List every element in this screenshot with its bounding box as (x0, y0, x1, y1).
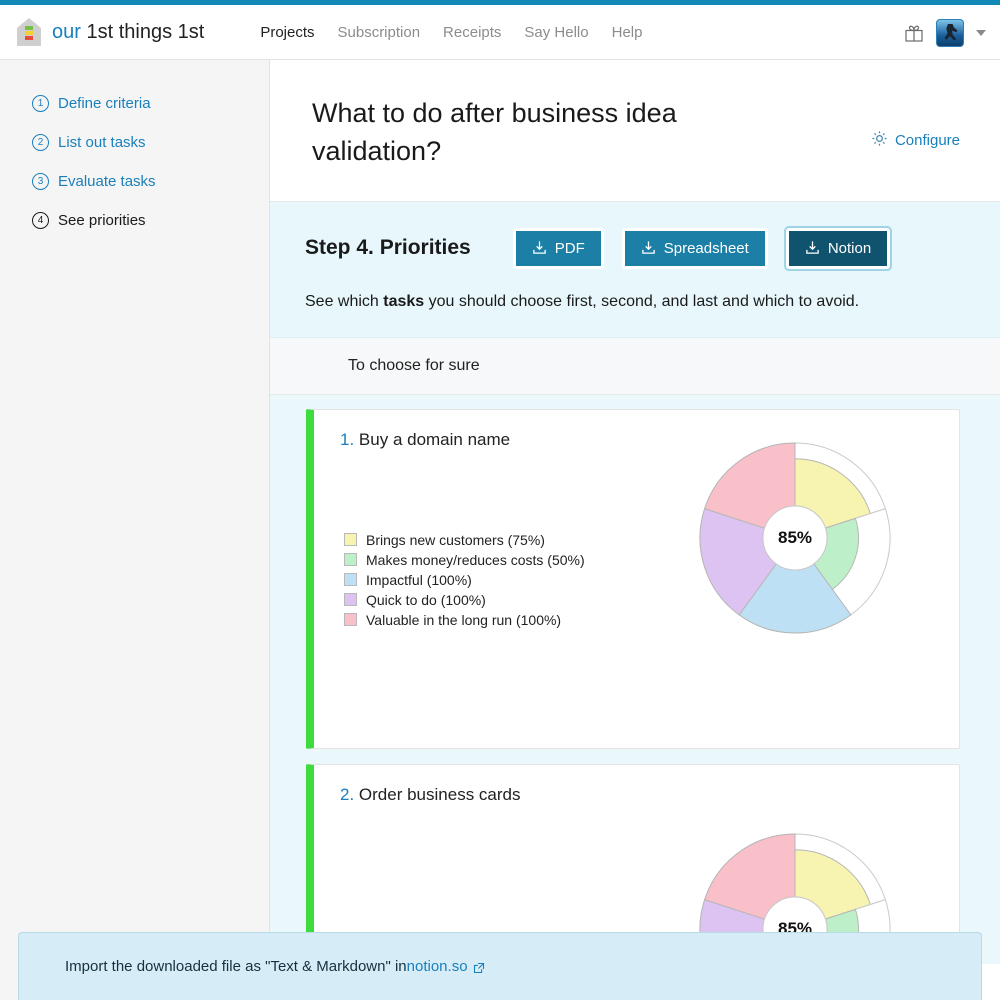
step-header-row: Step 4. Priorities PDF Spreadsheet Notio… (305, 225, 960, 271)
download-icon (805, 240, 820, 256)
task-title: 2. Order business cards (340, 785, 935, 805)
brand-text: our 1st things 1st (52, 21, 204, 44)
task-number: 1. (340, 429, 355, 449)
legend-item: Brings new customers (75%) (344, 530, 585, 550)
body-wrapper: 1 Define criteria 2 List out tasks 3 Eva… (0, 60, 1000, 1000)
house-logo-icon (15, 17, 43, 47)
legend-item: Quick to do (100%) (344, 590, 585, 610)
export-pdf-label: PDF (554, 239, 585, 257)
download-icon (532, 240, 547, 256)
sidebar-item-define-criteria[interactable]: 1 Define criteria (0, 84, 269, 123)
group-header-to-choose-for-sure: To choose for sure (270, 337, 1000, 395)
chart-legend: Brings new customers (75%) Makes money/r… (340, 530, 585, 630)
configure-button[interactable]: Configure (871, 130, 960, 151)
export-notion-label: Notion (827, 239, 872, 257)
radial-chart: 85% (695, 438, 895, 643)
step-desc-bold: tasks (383, 292, 425, 310)
page-title: What to do after business idea validatio… (312, 98, 677, 167)
main-content: What to do after business idea validatio… (270, 60, 1000, 1000)
avatar-figure (944, 23, 958, 41)
sidebar-item-list-out-tasks[interactable]: 2 List out tasks (0, 123, 269, 162)
export-spreadsheet-label: Spreadsheet (663, 239, 749, 257)
nav-item-subscription[interactable]: Subscription (338, 24, 421, 41)
external-link-icon (473, 961, 485, 973)
gift-icon[interactable] (904, 23, 924, 43)
user-avatar[interactable] (936, 18, 964, 47)
import-notice-banner: Import the downloaded file as "Text & Ma… (18, 932, 982, 1000)
legend-item: Valuable in the long run (100%) (344, 610, 585, 630)
app-header: our 1st things 1st Projects Subscription… (0, 5, 1000, 60)
task-name: Order business cards (358, 784, 521, 804)
brand-logo[interactable]: our 1st things 1st (15, 17, 204, 47)
export-pdf-button[interactable]: PDF (512, 227, 604, 269)
legend-item: Makes money/reduces costs (50%) (344, 550, 585, 570)
sidebar: 1 Define criteria 2 List out tasks 3 Eva… (0, 60, 270, 1000)
step-number-icon: 1 (32, 95, 49, 112)
sidebar-item-label: See priorities (58, 212, 146, 229)
step-number-icon: 3 (32, 173, 49, 190)
step-desc-pre: See which (305, 292, 384, 310)
legend-swatch-icon (344, 593, 357, 607)
legend-label: Impactful (100%) (366, 571, 472, 588)
app-root: our 1st things 1st Projects Subscription… (0, 0, 1000, 1000)
task-number: 2. (340, 784, 355, 804)
download-icon (641, 240, 656, 256)
legend-label: Quick to do (100%) (366, 591, 486, 608)
banner-text: Import the downloaded file as "Text & Ma… (65, 958, 407, 975)
task-card[interactable]: 1. Buy a domain name Brings new customer… (306, 408, 960, 749)
gear-icon (871, 130, 888, 151)
title-block: What to do after business idea validatio… (270, 60, 1000, 202)
step-description: See which tasks you should choose first,… (305, 293, 960, 311)
step-title: Step 4. Priorities (305, 236, 471, 260)
export-notion-button[interactable]: Notion (783, 225, 893, 271)
legend-label: Makes money/reduces costs (50%) (366, 551, 585, 568)
nav-item-say-hello[interactable]: Say Hello (524, 24, 588, 41)
brand-rest: 1st things 1st (86, 20, 205, 43)
legend-swatch-icon (344, 613, 357, 627)
legend-label: Brings new customers (75%) (366, 531, 545, 548)
task-name: Buy a domain name (358, 429, 511, 449)
step-desc-post: you should choose first, second, and las… (424, 292, 860, 310)
legend-label: Valuable in the long run (100%) (366, 611, 562, 628)
radial-chart-svg (699, 442, 891, 634)
brand-prefix: our (52, 20, 81, 43)
notion-link[interactable]: notion.so (407, 958, 468, 975)
task-list: 1. Buy a domain name Brings new customer… (270, 394, 1000, 1000)
legend-item: Impactful (100%) (344, 570, 585, 590)
step-number-icon: 2 (32, 134, 49, 151)
sidebar-item-label: Evaluate tasks (58, 173, 156, 190)
legend-swatch-icon (344, 553, 357, 567)
sidebar-item-see-priorities[interactable]: 4 See priorities (0, 201, 269, 240)
step-block: Step 4. Priorities PDF Spreadsheet Notio… (270, 201, 1000, 338)
configure-label: Configure (894, 132, 960, 149)
task-body: Brings new customers (75%) Makes money/r… (340, 442, 935, 710)
step-number-icon: 4 (32, 212, 49, 229)
sidebar-item-evaluate-tasks[interactable]: 3 Evaluate tasks (0, 162, 269, 201)
export-buttons: PDF Spreadsheet Notion (512, 225, 893, 271)
sidebar-item-label: Define criteria (58, 95, 151, 112)
nav-item-projects[interactable]: Projects (260, 24, 314, 41)
nav-item-receipts[interactable]: Receipts (443, 24, 501, 41)
legend-swatch-icon (344, 533, 357, 547)
nav-item-help[interactable]: Help (612, 24, 643, 41)
main-nav: Projects Subscription Receipts Say Hello… (260, 24, 642, 41)
export-spreadsheet-button[interactable]: Spreadsheet (621, 227, 768, 269)
chevron-down-icon[interactable] (976, 29, 986, 36)
header-right-cluster (904, 5, 986, 60)
legend-swatch-icon (344, 573, 357, 587)
sidebar-item-label: List out tasks (58, 134, 146, 151)
